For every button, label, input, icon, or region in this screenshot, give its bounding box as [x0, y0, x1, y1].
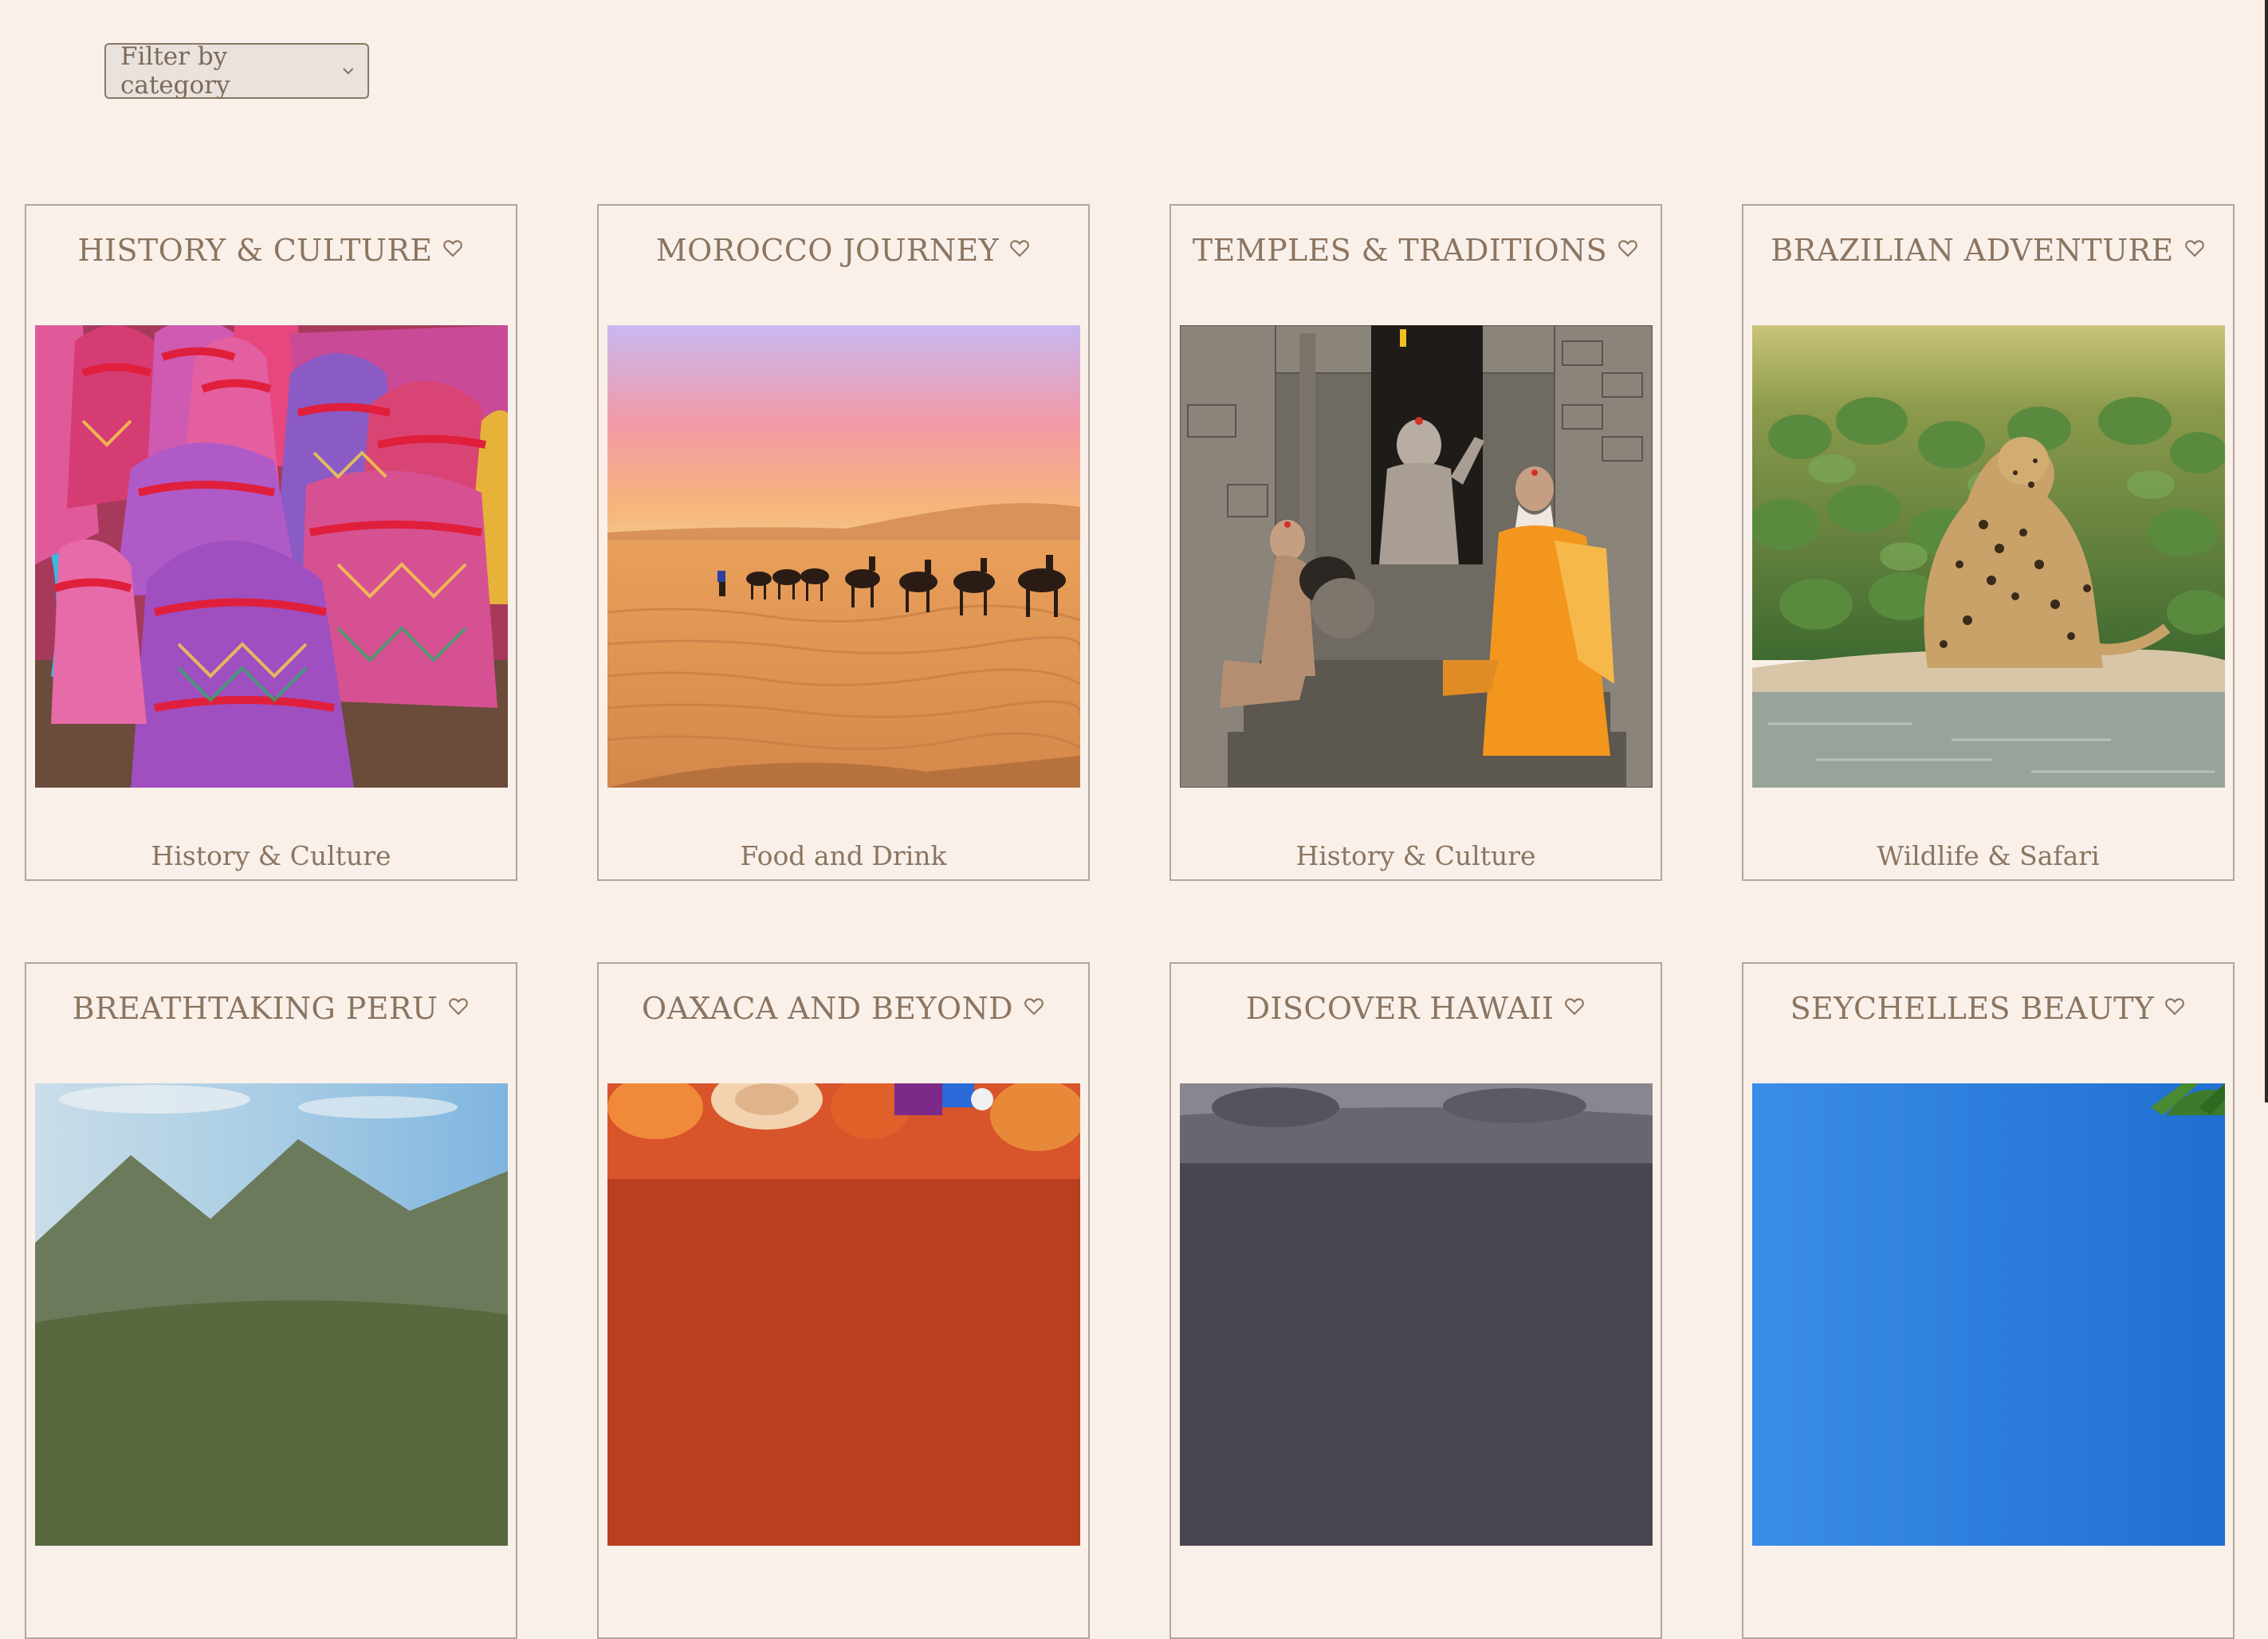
- tour-image-jaguar[interactable]: [1752, 325, 2225, 788]
- tour-image-woven-baskets[interactable]: [35, 325, 508, 788]
- tour-card-header: BRAZILIAN ADVENTURE: [1743, 233, 2233, 268]
- category-filter-label: Filter by category: [120, 42, 230, 100]
- tour-card[interactable]: DISCOVER HAWAII: [1169, 962, 1662, 1639]
- tour-title: DISCOVER HAWAII: [1245, 991, 1555, 1026]
- tour-title: BREATHTAKING PERU: [72, 991, 438, 1026]
- tour-card[interactable]: BREATHTAKING PERU: [25, 962, 517, 1639]
- heart-outline-icon[interactable]: [1023, 995, 1045, 1017]
- tour-card[interactable]: MOROCCO JOURNEY Food and Drink: [597, 204, 1090, 881]
- tour-card[interactable]: SEYCHELLES BEAUTY: [1742, 962, 2235, 1639]
- tour-card-header: BREATHTAKING PERU: [26, 991, 516, 1026]
- tour-card-header: MOROCCO JOURNEY: [599, 233, 1088, 268]
- tour-card[interactable]: HISTORY & CULTURE History & Culture: [25, 204, 517, 881]
- tour-category: History & Culture: [1295, 840, 1536, 871]
- heart-outline-icon[interactable]: [447, 995, 470, 1017]
- tour-title: SEYCHELLES BEAUTY: [1790, 991, 2155, 1026]
- tour-image-desert-caravan[interactable]: [607, 325, 1080, 788]
- heart-outline-icon[interactable]: [442, 237, 464, 259]
- tour-category: Wildlife & Safari: [1877, 840, 2100, 871]
- tour-image-temple-sadhus[interactable]: [1180, 325, 1653, 788]
- heart-outline-icon[interactable]: [1563, 995, 1586, 1017]
- heart-outline-icon[interactable]: [2164, 995, 2186, 1017]
- tour-title: HISTORY & CULTURE: [77, 233, 433, 268]
- tour-title: OAXACA AND BEYOND: [642, 991, 1013, 1026]
- heart-outline-icon[interactable]: [2183, 237, 2206, 259]
- tour-grid: HISTORY & CULTURE History & Culture MORO…: [25, 204, 2235, 1639]
- tour-image-peru[interactable]: [35, 1083, 508, 1546]
- tour-card-header: HISTORY & CULTURE: [26, 233, 516, 268]
- tour-card-header: SEYCHELLES BEAUTY: [1743, 991, 2233, 1026]
- tour-category: Food and Drink: [740, 840, 947, 871]
- category-filter-select[interactable]: Filter by category: [104, 42, 369, 100]
- tour-card-header: TEMPLES & TRADITIONS: [1171, 233, 1661, 268]
- tour-title: MOROCCO JOURNEY: [655, 233, 1000, 268]
- tour-card[interactable]: BRAZILIAN ADVENTURE Wildlife & Safari: [1742, 204, 2235, 881]
- tour-category: History & Culture: [151, 840, 391, 871]
- tour-image-hawaii[interactable]: [1180, 1083, 1653, 1546]
- tour-title: TEMPLES & TRADITIONS: [1192, 233, 1608, 268]
- tour-image-seychelles[interactable]: [1752, 1083, 2225, 1546]
- window-edge: [2265, 0, 2268, 1102]
- tour-card[interactable]: TEMPLES & TRADITIONS History & Culture: [1169, 204, 1662, 881]
- tour-card[interactable]: OAXACA AND BEYOND: [597, 962, 1090, 1639]
- chevron-down-icon: [342, 68, 353, 75]
- heart-outline-icon[interactable]: [1617, 237, 1639, 259]
- heart-outline-icon[interactable]: [1008, 237, 1031, 259]
- tour-title: BRAZILIAN ADVENTURE: [1771, 233, 2174, 268]
- tour-card-header: OAXACA AND BEYOND: [599, 991, 1088, 1026]
- tour-card-header: DISCOVER HAWAII: [1171, 991, 1661, 1026]
- tour-image-oaxaca-food[interactable]: [607, 1083, 1080, 1546]
